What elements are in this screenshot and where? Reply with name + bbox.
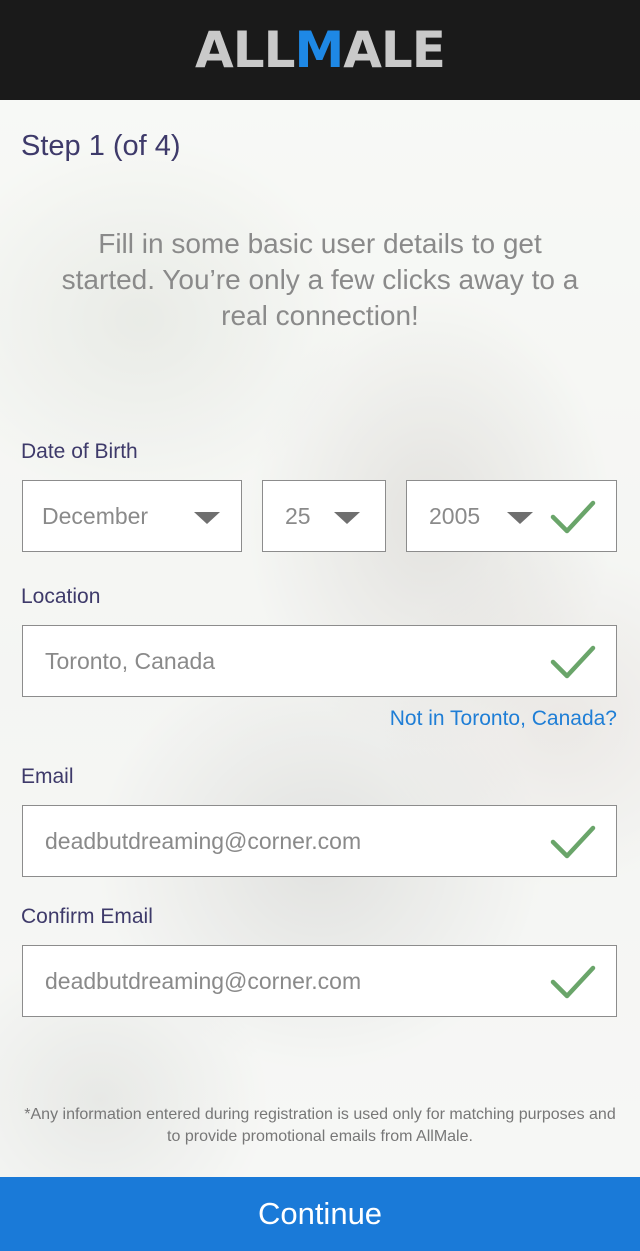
check-icon [550, 500, 596, 534]
confirm-email-field[interactable]: deadbutdreaming@corner.com [22, 945, 617, 1017]
chevron-down-icon [194, 512, 220, 524]
chevron-down-icon [334, 512, 360, 524]
email-value: deadbutdreaming@corner.com [45, 827, 362, 854]
email-field[interactable]: deadbutdreaming@corner.com [22, 805, 617, 877]
dob-day-value: 25 [285, 502, 311, 529]
confirm-email-label: Confirm Email [21, 905, 153, 928]
logo-text-all: ALL [195, 21, 295, 79]
dob-year-select[interactable]: 2005 [406, 480, 617, 552]
location-field[interactable]: Toronto, Canada [22, 625, 617, 697]
location-label: Location [21, 585, 101, 608]
dob-month-select[interactable]: December [22, 480, 242, 552]
step-title: Step 1 (of 4) [21, 130, 181, 162]
check-icon [550, 825, 596, 859]
logo-text-m: M [294, 21, 344, 79]
check-icon [550, 645, 596, 679]
continue-button[interactable]: Continue [0, 1177, 640, 1251]
chevron-down-icon [507, 512, 533, 524]
check-icon [550, 965, 596, 999]
logo-text-ale: ALE [343, 21, 446, 79]
email-label: Email [21, 765, 74, 788]
intro-text: Fill in some basic user details to get s… [61, 228, 579, 331]
change-location-link[interactable]: Not in Toronto, Canada? [390, 707, 617, 731]
app-header: ALL M ALE [0, 0, 640, 100]
disclaimer-text: *Any information entered during registra… [24, 1106, 616, 1145]
dob-month-value: December [42, 502, 149, 529]
allmale-logo[interactable]: ALL M ALE [195, 21, 446, 79]
dob-year-value: 2005 [429, 502, 481, 529]
dob-label: Date of Birth [21, 440, 138, 463]
dob-day-select[interactable]: 25 [262, 480, 386, 552]
location-value: Toronto, Canada [45, 647, 216, 674]
confirm-email-value: deadbutdreaming@corner.com [45, 967, 362, 994]
